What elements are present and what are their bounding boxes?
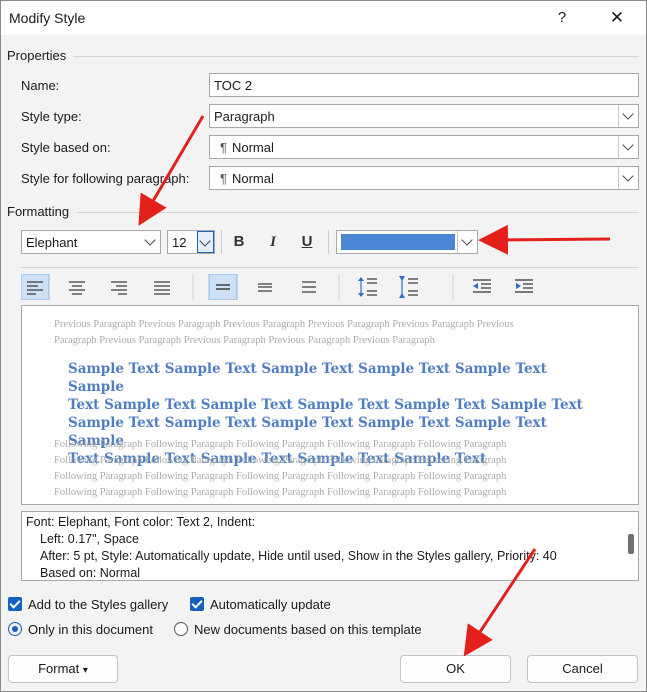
formatting-group-label: Formatting — [7, 204, 70, 219]
format-button[interactable]: Format ▾ — [8, 655, 118, 683]
based-on-dropdown[interactable]: ¶ Normal — [209, 135, 639, 159]
description-line: After: 5 pt, Style: Automatically update… — [40, 549, 557, 563]
format-button-label: Format — [38, 661, 80, 676]
only-this-document-radio[interactable] — [8, 622, 22, 636]
add-to-gallery-checkbox[interactable] — [8, 597, 22, 611]
following-paragraph-dropdown[interactable]: ¶ Normal — [209, 166, 639, 190]
align-left-button[interactable] — [21, 274, 50, 300]
add-to-gallery-label: Add to the Styles gallery — [28, 597, 169, 612]
style-type-label: Style type: — [21, 109, 82, 124]
justify-icon[interactable] — [154, 281, 170, 295]
close-button[interactable]: ✕ — [606, 7, 628, 29]
align-right-icon[interactable] — [111, 281, 127, 295]
ok-button[interactable]: OK — [400, 655, 511, 683]
style-description: Font: Elephant, Font color: Text 2, Inde… — [21, 511, 639, 581]
based-on-label: Style based on: — [21, 140, 111, 155]
style-preview: Previous Paragraph Previous Paragraph Pr… — [21, 305, 639, 505]
chevron-down-icon[interactable] — [618, 105, 638, 127]
paragraph-mark-icon: ¶ — [220, 171, 227, 186]
toolbar-separator — [328, 230, 329, 254]
name-label: Name: — [21, 78, 60, 93]
arrow-to-font — [138, 115, 205, 226]
following-paragraph-text: Following Paragraph Following Paragraph … — [54, 439, 507, 498]
description-line: Left: 0.17", Space — [40, 532, 139, 546]
properties-group-label: Properties — [7, 48, 67, 63]
help-button[interactable]: ? — [551, 7, 573, 29]
chevron-down-icon[interactable] — [618, 167, 638, 189]
chevron-down-icon[interactable] — [197, 231, 214, 253]
italic-button[interactable]: I — [262, 231, 284, 253]
following-paragraph-value: Normal — [231, 171, 274, 186]
font-name-dropdown[interactable]: Elephant — [21, 230, 161, 254]
style-type-value: Paragraph — [214, 109, 275, 124]
font-color-swatch — [341, 234, 455, 250]
bold-button[interactable]: B — [228, 231, 250, 253]
chevron-down-icon[interactable] — [618, 136, 638, 158]
caret-down-icon: ▾ — [82, 665, 88, 676]
double-spacing-icon[interactable] — [302, 281, 316, 293]
auto-update-label: Automatically update — [210, 597, 331, 612]
name-field-value: TOC 2 — [214, 78, 253, 93]
style-type-dropdown[interactable]: Paragraph — [209, 104, 639, 128]
description-scrollbar[interactable] — [628, 534, 634, 554]
modify-style-dialog: Modify Style ? ✕ Properties Name: TOC 2 … — [0, 0, 647, 692]
one-half-spacing-icon[interactable] — [258, 283, 272, 292]
new-documents-radio[interactable] — [174, 622, 188, 636]
paragraph-mark-icon: ¶ — [220, 140, 227, 155]
toolbar-divider — [21, 267, 639, 268]
auto-update-checkbox[interactable] — [190, 597, 204, 611]
toolbar-separator — [221, 230, 222, 254]
chevron-down-icon[interactable] — [457, 231, 477, 253]
only-this-document-label: Only in this document — [28, 622, 154, 637]
font-size-value: 12 — [172, 235, 187, 250]
align-center-icon[interactable] — [69, 281, 85, 295]
description-line: Font: Elephant, Font color: Text 2, Inde… — [26, 515, 256, 529]
based-on-value: Normal — [231, 140, 274, 155]
description-line: Based on: Normal — [40, 566, 141, 580]
previous-paragraph-text: Previous Paragraph Previous Paragraph Pr… — [54, 319, 514, 346]
formatting-divider — [77, 212, 639, 213]
following-paragraph-label: Style for following paragraph: — [21, 171, 190, 186]
name-field[interactable]: TOC 2 — [209, 73, 639, 97]
title-bar: Modify Style ? ✕ — [1, 1, 646, 35]
single-spacing-button[interactable] — [208, 274, 238, 300]
font-size-dropdown[interactable]: 12 — [167, 230, 215, 254]
arrow-to-font-color — [478, 224, 611, 255]
decrease-spacing-icon[interactable] — [401, 278, 418, 296]
window-title: Modify Style — [9, 10, 86, 26]
font-color-dropdown[interactable] — [336, 230, 478, 254]
new-documents-label: New documents based on this template — [194, 622, 422, 637]
font-name-value: Elephant — [26, 235, 78, 250]
chevron-down-icon[interactable] — [143, 231, 160, 253]
underline-button[interactable]: U — [296, 231, 318, 253]
cancel-button[interactable]: Cancel — [527, 655, 638, 683]
properties-divider — [73, 56, 639, 57]
paragraph-toolbar — [21, 274, 533, 300]
